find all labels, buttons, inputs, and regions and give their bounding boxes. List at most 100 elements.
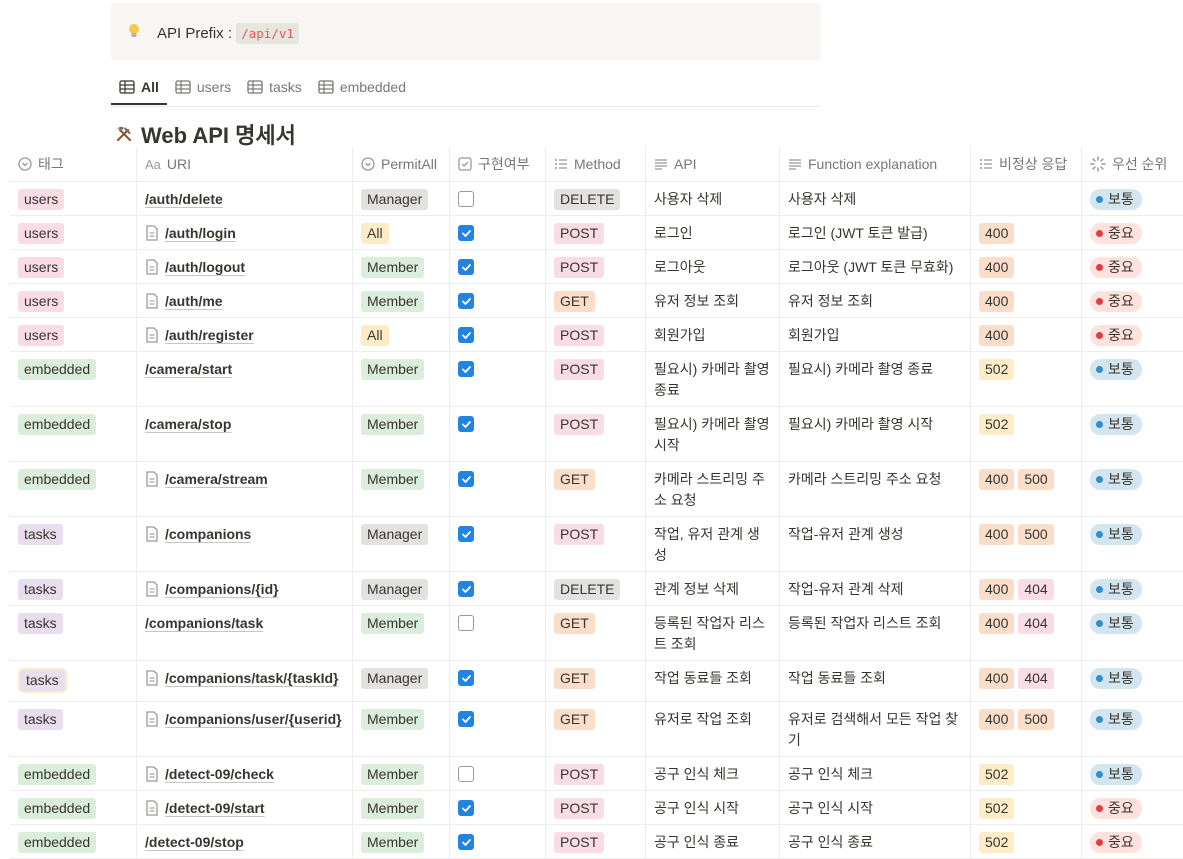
cell-method[interactable]: POST [546,407,646,461]
cell-api[interactable]: 작업 동료들 조회 [646,661,780,701]
implemented-checkbox[interactable] [458,615,474,631]
cell-error-response[interactable]: 502 [971,407,1082,461]
table-row[interactable]: embedded/detect-09/start Member POST 공구 인식 … [10,791,1183,825]
uri-link[interactable]: /detect-09/check [145,764,344,784]
implemented-checkbox[interactable] [458,800,474,816]
table-row[interactable]: users/auth/me Member GET 유저 정보 조회 유저 정보 조회 40… [10,284,1183,318]
cell-error-response[interactable]: 400 [971,318,1082,351]
cell-method[interactable]: POST [546,216,646,249]
cell-priority[interactable]: 중요 [1082,791,1183,824]
uri-link[interactable]: /companions/{id} [145,579,344,599]
cell-uri[interactable]: /detect-09/stop [137,825,353,858]
cell-api[interactable]: 등록된 작업자 리스트 조회 [646,606,780,660]
implemented-checkbox[interactable] [458,670,474,686]
cell-error-response[interactable]: 400 500 [971,702,1082,756]
cell-uri[interactable]: /auth/me [137,284,353,317]
cell-function-explanation[interactable]: 필요시) 카메라 촬영 종료 [780,352,971,406]
cell-priority[interactable]: 보통 [1082,517,1183,571]
cell-permitall[interactable]: Manager [353,572,450,605]
cell-method[interactable]: POST [546,791,646,824]
cell-api[interactable]: 유저로 작업 조회 [646,702,780,756]
uri-link[interactable]: /detect-09/stop [145,832,344,852]
cell-priority[interactable]: 중요 [1082,318,1183,351]
cell-function-explanation[interactable]: 유저 정보 조회 [780,284,971,317]
cell-function-explanation[interactable]: 공구 인식 시작 [780,791,971,824]
implemented-checkbox[interactable] [458,191,474,207]
cell-implemented[interactable] [450,517,546,571]
cell-method[interactable]: DELETE [546,182,646,215]
cell-uri[interactable]: /detect-09/check [137,757,353,790]
cell-api[interactable]: 로그아웃 [646,250,780,283]
cell-error-response[interactable]: 400 404 [971,606,1082,660]
uri-link[interactable]: /auth/logout [145,257,344,277]
cell-api[interactable]: 회원가입 [646,318,780,351]
table-row[interactable]: tasks/companions/{id} Manager DELETE 관계 정보 … [10,572,1183,606]
implemented-checkbox[interactable] [458,293,474,309]
cell-priority[interactable]: 중요 [1082,216,1183,249]
cell-permitall[interactable]: Member [353,284,450,317]
cell-tag[interactable]: users [10,250,137,283]
table-row[interactable]: embedded/camera/stream Member GET 카메라 스트리밍 … [10,462,1183,517]
cell-implemented[interactable] [450,661,546,701]
uri-link[interactable]: /detect-09/start [145,798,344,818]
cell-method[interactable]: POST [546,352,646,406]
table-row[interactable]: embedded/camera/start Member POST 필요시) 카메라 … [10,352,1183,407]
cell-priority[interactable]: 보통 [1082,572,1183,605]
implemented-checkbox[interactable] [458,711,474,727]
table-row[interactable]: embedded/detect-09/stop Member POST 공구 인식 종… [10,825,1183,859]
cell-tag[interactable]: tasks [10,606,137,660]
cell-error-response[interactable]: 400 [971,284,1082,317]
cell-uri[interactable]: /camera/stop [137,407,353,461]
cell-api[interactable]: 사용자 삭제 [646,182,780,215]
cell-tag[interactable]: users [10,284,137,317]
cell-uri[interactable]: /auth/login [137,216,353,249]
cell-implemented[interactable] [450,825,546,858]
cell-function-explanation[interactable]: 로그아웃 (JWT 토큰 무효화) [780,250,971,283]
cell-error-response[interactable]: 400 404 [971,661,1082,701]
cell-permitall[interactable]: All [353,216,450,249]
cell-error-response[interactable]: 502 [971,825,1082,858]
uri-link[interactable]: /companions/task/{taskId} [145,668,344,688]
uri-link[interactable]: /auth/me [145,291,344,311]
cell-tag[interactable]: embedded [10,352,137,406]
cell-error-response[interactable]: 502 [971,352,1082,406]
column-header-implemented[interactable]: 구현여부 [450,147,546,181]
table-row[interactable]: embedded/camera/stop Member POST 필요시) 카메라 촬… [10,407,1183,462]
cell-priority[interactable]: 보통 [1082,462,1183,516]
cell-implemented[interactable] [450,318,546,351]
cell-permitall[interactable]: Member [353,606,450,660]
cell-api[interactable]: 필요시) 카메라 촬영 종료 [646,352,780,406]
implemented-checkbox[interactable] [458,327,474,343]
uri-link[interactable]: /camera/start [145,359,344,379]
cell-function-explanation[interactable]: 작업-유저 관계 삭제 [780,572,971,605]
cell-error-response[interactable]: 502 [971,757,1082,790]
cell-uri[interactable]: /auth/register [137,318,353,351]
cell-permitall[interactable]: Member [353,352,450,406]
cell-function-explanation[interactable]: 공구 인식 종료 [780,825,971,858]
table-row[interactable]: tasks/companions/task/{taskId} Manager GET… [10,661,1183,702]
cell-error-response[interactable]: 400 [971,216,1082,249]
cell-tag[interactable]: users [10,216,137,249]
cell-tag[interactable]: embedded [10,791,137,824]
implemented-checkbox[interactable] [458,766,474,782]
tab-tasks[interactable]: tasks [239,70,310,104]
cell-function-explanation[interactable]: 로그인 (JWT 토큰 발급) [780,216,971,249]
cell-uri[interactable]: /companions/{id} [137,572,353,605]
cell-implemented[interactable] [450,352,546,406]
column-header-tag[interactable]: 태그 [10,147,137,181]
cell-method[interactable]: GET [546,606,646,660]
cell-priority[interactable]: 보통 [1082,757,1183,790]
cell-uri[interactable]: /camera/start [137,352,353,406]
cell-function-explanation[interactable]: 유저로 검색해서 모든 작업 찾기 [780,702,971,756]
table-row[interactable]: embedded/detect-09/check Member POST 공구 인식 … [10,757,1183,791]
cell-permitall[interactable]: Member [353,791,450,824]
cell-implemented[interactable] [450,572,546,605]
table-row[interactable]: tasks/companions/task Member GET 등록된 작업자 리스… [10,606,1183,661]
cell-priority[interactable]: 중요 [1082,284,1183,317]
cell-method[interactable]: GET [546,702,646,756]
cell-uri[interactable]: /companions/task [137,606,353,660]
cell-implemented[interactable] [450,182,546,215]
uri-link[interactable]: /companions/task [145,613,344,633]
cell-implemented[interactable] [450,407,546,461]
cell-implemented[interactable] [450,606,546,660]
